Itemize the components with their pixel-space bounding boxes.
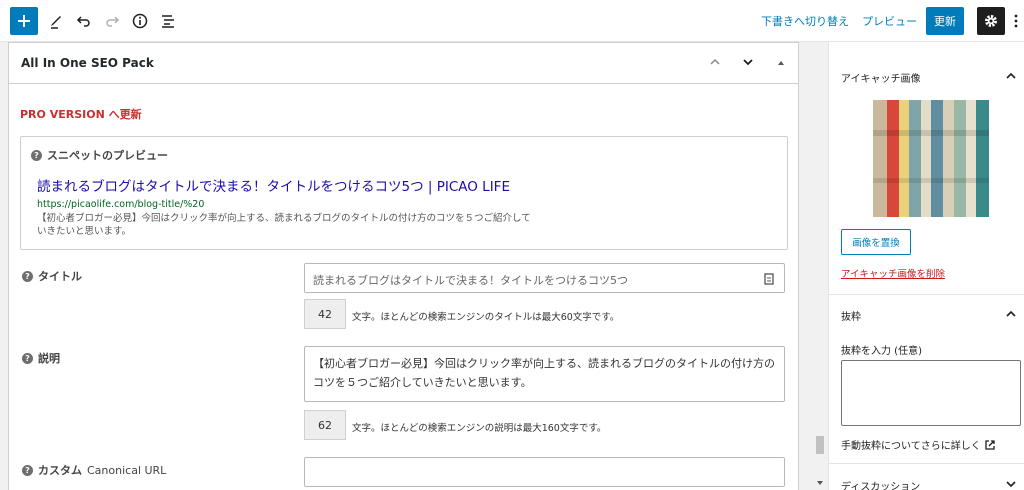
- description-char-count: 62: [304, 410, 346, 440]
- editor-toolbar: 下書きへ切り替え プレビュー 更新: [0, 0, 1024, 42]
- snippet-label: ? スニペットのプレビュー: [31, 147, 168, 163]
- description-label-text: 説明: [38, 352, 60, 365]
- update-button[interactable]: 更新: [926, 7, 964, 35]
- panel-title: All In One SEO Pack: [21, 56, 154, 70]
- chevron-up-icon: [710, 58, 720, 65]
- scroll-down-icon[interactable]: [816, 480, 824, 486]
- chevron-down-icon[interactable]: [1006, 480, 1016, 488]
- add-block-button[interactable]: [10, 7, 38, 35]
- scrollbar-thumb[interactable]: [816, 436, 824, 454]
- canonical-url-input[interactable]: [304, 457, 785, 487]
- canonical-label-sub: Canonical URL: [87, 463, 167, 477]
- details-button[interactable]: [126, 7, 154, 35]
- redo-icon: [106, 16, 120, 27]
- remove-featured-image-link[interactable]: アイキャッチ画像を削除: [841, 266, 945, 280]
- plus-icon: [18, 15, 30, 27]
- switch-to-draft-button[interactable]: 下書きへ切り替え: [761, 13, 849, 29]
- title-char-count: 42: [304, 299, 346, 329]
- move-up-button[interactable]: [709, 56, 721, 71]
- canonical-label-text: カスタム: [38, 464, 82, 477]
- excerpt-title[interactable]: 抜粋: [841, 308, 861, 323]
- chevron-up-icon[interactable]: [1006, 72, 1016, 80]
- snippet-url: https://picaolife.com/blog-title/%20: [37, 199, 205, 210]
- info-icon: [132, 13, 148, 29]
- list-view-icon: [162, 15, 174, 28]
- title-field-label: ? タイトル: [22, 268, 82, 284]
- editor-main-area: All In One SEO Pack PRO VERSION へ更新 ? スニ…: [0, 42, 828, 490]
- seo-description-text: 【初心者ブロガー必見】今回はクリック率が向上する、読まれるブログのタイトルの付け…: [313, 357, 775, 389]
- divider: [829, 463, 1024, 464]
- chevron-down-icon: [743, 59, 753, 66]
- external-link-icon: [985, 439, 995, 450]
- chevron-up-icon[interactable]: [1006, 310, 1016, 318]
- help-icon[interactable]: ?: [22, 464, 33, 476]
- gear-icon: [985, 15, 997, 27]
- preview-button[interactable]: プレビュー: [862, 13, 917, 29]
- title-count-note: 文字。ほとんどの検索エンジンのタイトルは最大60文字です。: [352, 312, 620, 323]
- snippet-preview: ? スニペットのプレビュー 読まれるブログはタイトルで決まる！タイトルをつけるコ…: [20, 136, 788, 250]
- edit-tool-button[interactable]: [42, 7, 70, 35]
- pro-version-link[interactable]: PRO VERSION へ更新: [20, 106, 142, 122]
- snippet-title: 読まれるブログはタイトルで決まる！タイトルをつけるコツ5つ | PICAO LI…: [37, 179, 510, 195]
- discussion-title[interactable]: ディスカッション: [841, 478, 920, 490]
- description-field-label: ? 説明: [22, 350, 60, 366]
- undo-icon: [76, 16, 90, 27]
- block-navigation-button[interactable]: [154, 7, 182, 35]
- canonical-field-label: ? カスタム Canonical URL: [22, 462, 166, 478]
- main-scrollbar[interactable]: [812, 42, 828, 490]
- help-icon[interactable]: ?: [22, 352, 33, 364]
- excerpt-learn-more-link[interactable]: 手動抜粋についてさらに詳しく: [841, 437, 995, 452]
- contact-card-icon[interactable]: [764, 273, 774, 285]
- panel-header: All In One SEO Pack: [9, 42, 798, 84]
- description-count-note: 文字。ほとんどの検索エンジンの説明は最大160文字です。: [352, 423, 607, 434]
- redo-button[interactable]: [98, 7, 126, 35]
- learn-more-text: 手動抜粋についてさらに詳しく: [841, 441, 981, 452]
- excerpt-input-label: 抜粋を入力 (任意): [841, 346, 922, 357]
- seo-title-placeholder: 読まれるブログはタイトルで決まる！タイトルをつけるコツ5つ: [313, 274, 628, 287]
- move-down-button[interactable]: [742, 56, 754, 71]
- replace-image-button[interactable]: 画像を置換: [841, 229, 911, 255]
- title-label-text: タイトル: [38, 270, 82, 283]
- excerpt-textarea[interactable]: [841, 360, 1021, 426]
- featured-image-title[interactable]: アイキャッチ画像: [841, 70, 921, 85]
- settings-button[interactable]: [977, 7, 1005, 35]
- seo-description-textarea[interactable]: 【初心者ブロガー必見】今回はクリック率が向上する、読まれるブログのタイトルの付け…: [304, 346, 785, 402]
- divider: [829, 294, 1024, 295]
- pencil-icon: [51, 16, 61, 29]
- triangle-up-icon: [778, 61, 784, 65]
- snippet-label-text: スニペットのプレビュー: [47, 149, 168, 162]
- help-icon[interactable]: ?: [22, 270, 33, 282]
- seo-title-input[interactable]: 読まれるブログはタイトルで決まる！タイトルをつけるコツ5つ: [304, 263, 785, 293]
- more-vertical-icon[interactable]: [1013, 13, 1019, 29]
- toggle-panel-button[interactable]: [777, 56, 785, 70]
- undo-button[interactable]: [70, 7, 98, 35]
- help-icon[interactable]: ?: [31, 149, 42, 161]
- settings-sidebar: アイキャッチ画像 画像を置換 アイキャッチ画像を削除 抜粋 抜粋を入力 (任意)…: [828, 42, 1024, 490]
- featured-image-thumbnail[interactable]: [873, 100, 989, 217]
- aioseo-panel: All In One SEO Pack PRO VERSION へ更新 ? スニ…: [8, 42, 799, 490]
- snippet-description: 【初心者ブロガー必見】今回はクリック率が向上する、読まれるブログのタイトルの付け…: [37, 213, 531, 237]
